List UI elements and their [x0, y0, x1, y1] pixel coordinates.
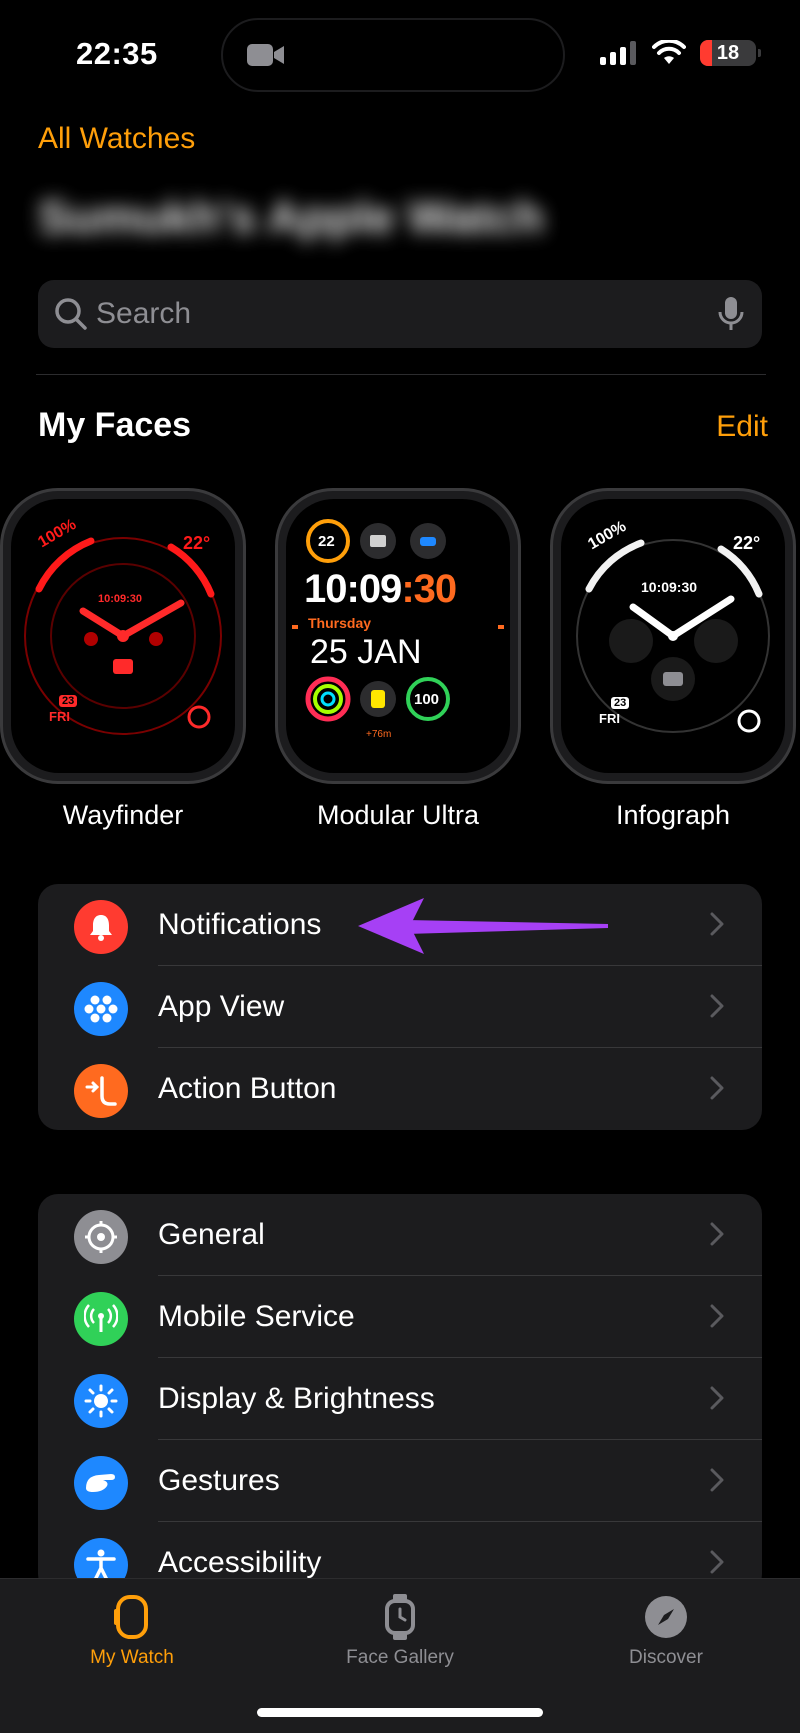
watch-face-icon [385, 1594, 415, 1640]
gear-icon [74, 1210, 128, 1264]
chevron-right-icon [710, 912, 724, 936]
face-day: FRI [599, 711, 620, 726]
row-label: General [158, 1218, 265, 1251]
face-complication-top: 22 [318, 533, 335, 550]
tab-discover[interactable]: Discover [566, 1593, 766, 1669]
row-label: Display & Brightness [158, 1382, 435, 1415]
action-button-icon [74, 1064, 128, 1118]
face-day: FRI [49, 709, 70, 724]
row-label: Notifications [158, 908, 322, 941]
row-label: Gestures [158, 1464, 280, 1497]
divider [36, 374, 766, 375]
compass-icon [645, 1596, 687, 1638]
infograph-face-screen: 100% 22° 10:09:30 FRI 23 [561, 499, 785, 773]
microphone-icon[interactable] [718, 296, 744, 332]
face-elevation: +76m [366, 729, 392, 740]
row-label: Mobile Service [158, 1300, 355, 1333]
face-date: 23 [59, 695, 78, 707]
watch-face-infograph[interactable]: 100% 22° 10:09:30 FRI 23 [550, 488, 796, 784]
sun-icon [74, 1374, 128, 1428]
bell-icon [74, 900, 128, 954]
my-faces-title: My Faces [38, 406, 192, 444]
video-camera-icon [247, 44, 284, 66]
row-label: App View [158, 990, 285, 1023]
faces-carousel[interactable]: 100% 22° 10:09:30 FRI 23 Wayfinder 22 10… [0, 488, 800, 840]
app-grid-icon [74, 982, 128, 1036]
tab-label: Discover [629, 1647, 703, 1668]
face-temperature: 22° [183, 533, 211, 553]
chevron-right-icon [710, 994, 724, 1018]
chevron-right-icon [710, 1222, 724, 1246]
watch-face-wayfinder[interactable]: 100% 22° 10:09:30 FRI 23 [0, 488, 246, 784]
status-indicators: 18 [600, 40, 761, 66]
face-seconds: :30 [401, 567, 457, 611]
row-gestures[interactable]: Gestures [38, 1440, 762, 1522]
face-time: 10:09:30 [641, 579, 698, 595]
face-label-infograph: Infograph [615, 800, 731, 830]
row-mobile-service[interactable]: Mobile Service [38, 1276, 762, 1358]
search-icon [55, 298, 87, 330]
annotation-arrow [358, 898, 608, 954]
face-label-wayfinder: Wayfinder [62, 800, 184, 830]
face-time: 10:09:30 [98, 593, 143, 605]
row-general[interactable]: General [38, 1194, 762, 1276]
face-label-modular-ultra: Modular Ultra [316, 800, 480, 830]
row-app-view[interactable]: App View [38, 966, 762, 1048]
edit-faces-button[interactable]: Edit [716, 410, 768, 444]
row-label: Action Button [158, 1072, 337, 1105]
chevron-right-icon [710, 1468, 724, 1492]
watch-icon [114, 1595, 148, 1639]
row-display-brightness[interactable]: Display & Brightness [38, 1358, 762, 1440]
settings-group-system: General Mobile Service Display & Brightn… [38, 1194, 762, 1594]
tab-label: Face Gallery [346, 1647, 454, 1668]
row-action-button[interactable]: Action Button [38, 1048, 762, 1130]
status-time: 22:35 [76, 36, 158, 71]
face-time: 10:09 [304, 567, 402, 611]
tab-face-gallery[interactable]: Face Gallery [300, 1593, 500, 1669]
chevron-right-icon [710, 1550, 724, 1574]
status-bar: 22:35 18 [0, 0, 800, 110]
chevron-right-icon [710, 1304, 724, 1328]
hand-icon [74, 1456, 128, 1510]
modular-ultra-face-screen: 22 10:09:30 Thursday 25 JAN 100 +76m [286, 499, 510, 773]
face-complication-bottom: 100 [414, 691, 440, 708]
antenna-icon [74, 1292, 128, 1346]
all-watches-link[interactable]: All Watches [38, 122, 195, 156]
tab-label: My Watch [90, 1647, 174, 1668]
face-date: 25 JAN [310, 633, 422, 671]
face-date: 23 [611, 697, 630, 709]
face-day: Thursday [308, 615, 372, 631]
chevron-right-icon [710, 1076, 724, 1100]
battery-indicator: 18 [700, 40, 761, 66]
wayfinder-face-screen: 100% 22° 10:09:30 FRI 23 [11, 499, 235, 773]
search-field[interactable]: Search [38, 280, 762, 348]
face-temperature: 22° [733, 533, 761, 553]
search-placeholder: Search [96, 297, 192, 330]
watch-name-title: Sumukh's Apple Watch [38, 191, 544, 243]
row-label: Accessibility [158, 1546, 322, 1579]
wifi-icon [652, 40, 686, 64]
tab-my-watch[interactable]: My Watch [32, 1593, 232, 1669]
dynamic-island [221, 18, 565, 92]
watch-face-modular-ultra[interactable]: 22 10:09:30 Thursday 25 JAN 100 +76m [275, 488, 521, 784]
home-indicator[interactable] [257, 1708, 543, 1717]
cellular-signal-icon [600, 41, 636, 65]
chevron-right-icon [710, 1386, 724, 1410]
